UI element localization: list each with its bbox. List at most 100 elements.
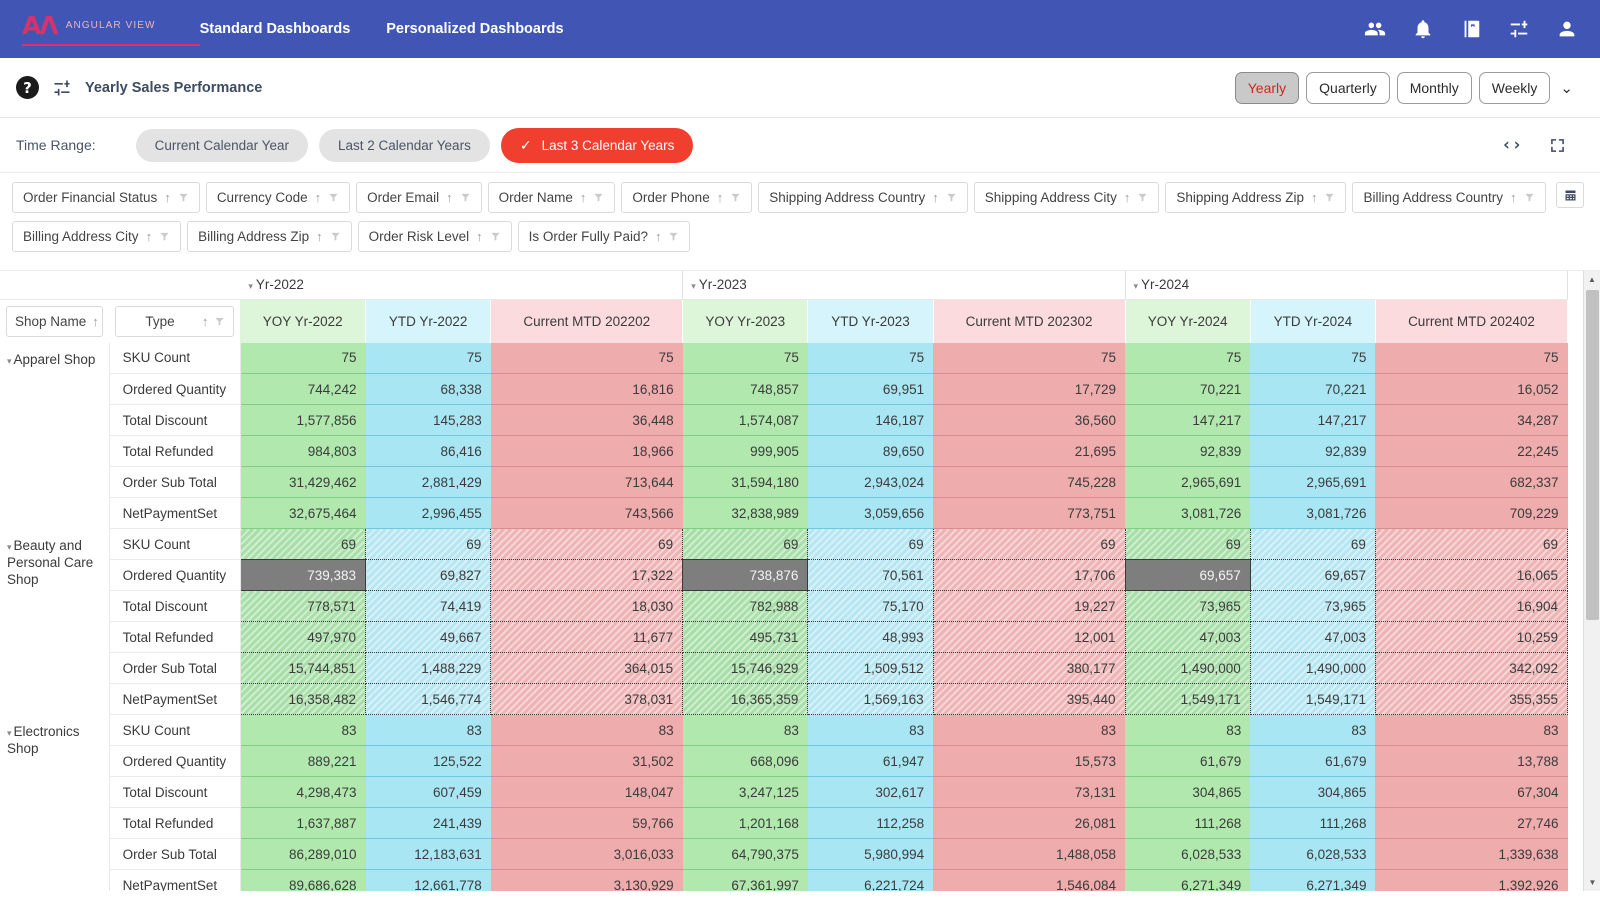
filter-chip-billing-address-country[interactable]: Billing Address Country ↑ bbox=[1352, 182, 1546, 213]
data-cell[interactable]: 1,488,058 bbox=[933, 838, 1126, 870]
help-icon[interactable]: ? bbox=[16, 76, 39, 99]
data-cell[interactable]: 2,996,455 bbox=[365, 497, 491, 529]
data-cell[interactable]: 17,322 bbox=[490, 559, 684, 591]
data-cell[interactable]: 26,081 bbox=[933, 807, 1126, 839]
data-cell[interactable]: 145,283 bbox=[365, 404, 491, 436]
data-cell[interactable]: 773,751 bbox=[933, 497, 1126, 529]
data-cell[interactable]: 27,746 bbox=[1375, 807, 1568, 839]
data-cell[interactable]: 668,096 bbox=[682, 745, 808, 777]
table-row[interactable]: Order Sub Total 31,429,462 2,881,429 713,64… bbox=[0, 466, 1568, 498]
data-cell[interactable]: 16,052 bbox=[1375, 373, 1568, 405]
data-cell[interactable]: 69 bbox=[1374, 528, 1569, 560]
table-row[interactable]: Total Refunded 497,970 49,667 11,677 495,731… bbox=[0, 621, 1569, 653]
data-cell[interactable]: 380,177 bbox=[932, 652, 1126, 684]
data-cell[interactable]: 241,439 bbox=[365, 807, 491, 839]
sort-ascending-icon[interactable]: ↑ bbox=[146, 229, 153, 244]
data-cell[interactable]: 6,271,349 bbox=[1250, 869, 1376, 891]
data-cell[interactable]: 70,221 bbox=[1125, 373, 1251, 405]
data-cell[interactable]: 3,016,033 bbox=[490, 838, 683, 870]
data-cell[interactable]: 75,170 bbox=[807, 590, 934, 622]
data-cell[interactable]: 69 bbox=[365, 528, 492, 560]
data-cell[interactable]: 89,686,628 bbox=[240, 869, 366, 891]
data-cell[interactable]: 73,131 bbox=[933, 776, 1126, 808]
data-cell[interactable]: 125,522 bbox=[365, 745, 491, 777]
measure-name-cell[interactable]: SKU Count bbox=[109, 714, 241, 746]
filter-chip-is-order-fully-paid[interactable]: Is Order Fully Paid? ↑ bbox=[517, 221, 691, 252]
data-cell[interactable]: 1,574,087 bbox=[682, 404, 808, 436]
data-cell[interactable]: 12,001 bbox=[932, 621, 1126, 653]
data-cell[interactable]: 1,546,774 bbox=[365, 683, 492, 715]
data-cell[interactable]: 1,569,163 bbox=[807, 683, 934, 715]
sort-ascending-icon[interactable]: ↑ bbox=[446, 190, 453, 205]
data-cell[interactable]: 1,392,926 bbox=[1375, 869, 1568, 891]
year-group-header-yr-2022[interactable]: ▾ Yr-2022 bbox=[240, 271, 684, 300]
filter-chip-billing-address-city[interactable]: Billing Address City ↑ bbox=[12, 221, 182, 252]
period-button-quarterly[interactable]: Quarterly bbox=[1306, 71, 1390, 104]
data-cell[interactable]: 495,731 bbox=[682, 621, 809, 653]
data-cell[interactable]: 378,031 bbox=[490, 683, 684, 715]
data-cell[interactable]: 22,245 bbox=[1375, 435, 1568, 467]
brand-logo[interactable]: AΛ ANGULAR VIEW bbox=[22, 13, 200, 46]
filter-funnel-icon[interactable] bbox=[1524, 192, 1535, 203]
table-row[interactable]: Total Refunded 1,637,887 241,439 59,766 1,20… bbox=[0, 807, 1568, 839]
data-cell[interactable]: 1,546,084 bbox=[933, 869, 1126, 891]
book-icon[interactable] bbox=[1460, 18, 1482, 40]
measure-name-cell[interactable]: Total Refunded bbox=[109, 435, 241, 467]
data-cell[interactable]: 68,338 bbox=[365, 373, 491, 405]
shop-name-cell[interactable]: ▾ Beauty and Personal Care Shop bbox=[0, 528, 110, 715]
data-cell[interactable]: 16,065 bbox=[1374, 559, 1569, 591]
collapse-triangle-icon[interactable]: ▾ bbox=[7, 728, 12, 738]
scroll-up-arrow[interactable]: ▲ bbox=[1584, 271, 1600, 288]
data-cell[interactable]: 74,419 bbox=[365, 590, 492, 622]
data-cell[interactable]: 10,259 bbox=[1374, 621, 1569, 653]
data-cell[interactable]: 86,289,010 bbox=[240, 838, 366, 870]
time-range-current-calendar-year[interactable]: Current Calendar Year bbox=[135, 128, 308, 162]
data-cell[interactable]: 147,217 bbox=[1125, 404, 1251, 436]
pivot-grid[interactable]: ▾ Yr-2022 ▾ Yr-2023 ▾ Yr-2024 Shop Name ↑ Type ↑… bbox=[0, 271, 1600, 891]
data-cell[interactable]: 682,337 bbox=[1375, 466, 1568, 498]
data-cell[interactable]: 15,744,851 bbox=[239, 652, 367, 684]
data-cell[interactable]: 83 bbox=[365, 714, 491, 746]
filter-funnel-icon[interactable] bbox=[159, 231, 170, 242]
filter-chip-currency-code[interactable]: Currency Code ↑ bbox=[205, 182, 351, 213]
data-cell[interactable]: 748,857 bbox=[682, 373, 808, 405]
data-cell[interactable]: 75 bbox=[240, 342, 366, 374]
data-cell[interactable]: 984,803 bbox=[240, 435, 366, 467]
shop-name-cell[interactable]: ▾ Electronics Shop bbox=[0, 714, 110, 891]
data-cell[interactable]: 713,644 bbox=[490, 466, 683, 498]
data-cell[interactable]: 1,549,171 bbox=[1249, 683, 1376, 715]
data-cell[interactable]: 69 bbox=[682, 528, 809, 560]
nav-link-personalized-dashboards[interactable]: Personalized Dashboards bbox=[386, 21, 563, 37]
data-cell[interactable]: 147,217 bbox=[1250, 404, 1376, 436]
data-cell[interactable]: 146,187 bbox=[807, 404, 934, 436]
data-cell[interactable]: 83 bbox=[682, 714, 808, 746]
data-cell[interactable]: 355,355 bbox=[1374, 683, 1569, 715]
data-cell[interactable]: 92,839 bbox=[1250, 435, 1376, 467]
data-cell[interactable]: 3,059,656 bbox=[807, 497, 934, 529]
filter-chip-order-financial-status[interactable]: Order Financial Status ↑ bbox=[12, 182, 200, 213]
data-cell[interactable]: 13,788 bbox=[1375, 745, 1568, 777]
data-cell[interactable]: 2,965,691 bbox=[1125, 466, 1251, 498]
data-cell[interactable]: 69 bbox=[239, 528, 367, 560]
data-cell[interactable]: 5,980,994 bbox=[807, 838, 934, 870]
collapse-triangle-icon[interactable]: ▾ bbox=[248, 281, 253, 291]
data-cell[interactable]: 1,637,887 bbox=[240, 807, 366, 839]
data-cell[interactable]: 889,221 bbox=[240, 745, 366, 777]
data-cell[interactable]: 111,268 bbox=[1250, 807, 1376, 839]
measure-name-cell[interactable]: NetPaymentSet bbox=[109, 683, 241, 715]
filter-funnel-icon[interactable] bbox=[490, 231, 501, 242]
data-cell[interactable]: 1,549,171 bbox=[1124, 683, 1251, 715]
code-view-icon[interactable]: ‹› bbox=[1502, 135, 1522, 155]
data-cell[interactable]: 4,298,473 bbox=[240, 776, 366, 808]
table-row[interactable]: NetPaymentSet 89,686,628 12,661,778 3,130,9… bbox=[0, 869, 1568, 891]
data-cell[interactable]: 2,881,429 bbox=[365, 466, 491, 498]
data-cell[interactable]: 778,571 bbox=[239, 590, 367, 622]
data-cell[interactable]: 86,416 bbox=[365, 435, 491, 467]
data-cell[interactable]: 83 bbox=[1125, 714, 1251, 746]
measure-name-cell[interactable]: SKU Count bbox=[109, 342, 241, 374]
column-header-yoy-yr-2022[interactable]: YOY Yr-2022 bbox=[240, 299, 367, 343]
data-cell[interactable]: 302,617 bbox=[807, 776, 934, 808]
row-header-type[interactable]: Type ↑ bbox=[109, 299, 241, 343]
data-cell[interactable]: 18,030 bbox=[490, 590, 684, 622]
measure-name-cell[interactable]: Total Discount bbox=[109, 776, 241, 808]
